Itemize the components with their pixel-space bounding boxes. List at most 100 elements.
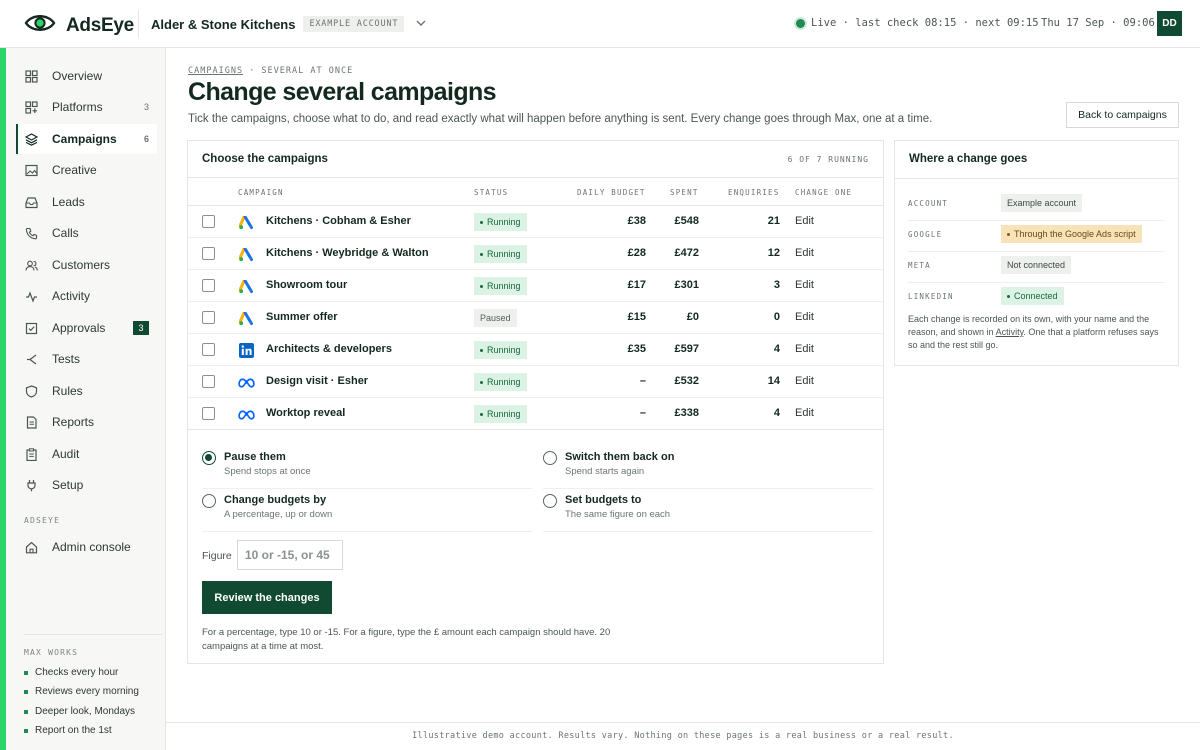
status-badge: Running xyxy=(474,405,527,423)
radio-button[interactable] xyxy=(543,494,557,508)
edit-link[interactable]: Edit xyxy=(795,311,814,323)
option-description: The same figure on each xyxy=(565,509,671,520)
sidebar-section-label: ADSEYE xyxy=(24,516,61,525)
row-checkbox[interactable] xyxy=(202,279,215,292)
sidebar-item-customers[interactable]: Customers xyxy=(16,250,157,280)
action-option-switch-on[interactable]: Switch them back on Spend starts again xyxy=(543,446,873,489)
sidebar-item-campaigns[interactable]: Campaigns 6 xyxy=(16,124,157,154)
meta-icon xyxy=(238,406,255,423)
chevron-down-icon[interactable] xyxy=(416,18,426,30)
edit-link[interactable]: Edit xyxy=(795,279,814,291)
inbox-icon xyxy=(24,195,38,209)
campaign-name[interactable]: Architects & developers xyxy=(266,343,392,355)
radio-button[interactable] xyxy=(202,494,216,508)
sidebar-item-count: 6 xyxy=(143,134,149,144)
routing-key: LINKEDIN xyxy=(908,292,954,301)
account-switcher[interactable]: Alder & Stone Kitchens EXAMPLE ACCOUNT xyxy=(151,16,426,32)
campaign-name[interactable]: Design visit · Esher xyxy=(266,375,368,387)
edit-link[interactable]: Edit xyxy=(795,215,814,227)
radio-button[interactable] xyxy=(543,451,557,465)
sidebar-item-activity[interactable]: Activity xyxy=(16,281,157,311)
header-divider xyxy=(138,10,139,38)
daily-budget-value: £35 xyxy=(627,343,646,355)
activity-link[interactable]: Activity xyxy=(996,327,1024,337)
user-avatar[interactable]: DD xyxy=(1157,11,1182,36)
sidebar-item-setup[interactable]: Setup xyxy=(16,470,157,500)
sidebar-item-audit[interactable]: Audit xyxy=(16,439,157,469)
daily-budget-value: – xyxy=(639,375,646,387)
sidebar-item-platforms[interactable]: Platforms 3 xyxy=(16,92,157,122)
routing-key: ACCOUNT xyxy=(908,199,949,208)
sidebar-item-rules[interactable]: Rules xyxy=(16,376,157,406)
table-header: CAMPAIGN STATUS DAILY BUDGET SPENT ENQUI… xyxy=(188,178,883,206)
action-option-pause[interactable]: Pause them Spend stops at once xyxy=(202,446,532,489)
footer-divider xyxy=(166,722,1200,723)
sidebar-item-label: Audit xyxy=(52,447,80,461)
checkbox-icon xyxy=(24,321,38,335)
row-checkbox[interactable] xyxy=(202,375,215,388)
spent-value: £597 xyxy=(674,343,699,355)
campaign-name[interactable]: Kitchens · Weybridge & Walton xyxy=(266,247,429,259)
daily-budget-value: £15 xyxy=(627,311,646,323)
row-checkbox[interactable] xyxy=(202,311,215,324)
spent-value: £548 xyxy=(674,215,699,227)
sidebar-item-reports[interactable]: Reports xyxy=(16,407,157,437)
action-option-change-budgets[interactable]: Change budgets by A percentage, up or do… xyxy=(202,489,532,532)
row-checkbox[interactable] xyxy=(202,407,215,420)
table-row: Showroom tour Running £17 £301 3 Edit xyxy=(188,270,883,302)
action-option-set-budgets[interactable]: Set budgets to The same figure on each xyxy=(543,489,873,532)
edit-link[interactable]: Edit xyxy=(795,247,814,259)
bullet-icon xyxy=(24,689,28,694)
campaign-name[interactable]: Showroom tour xyxy=(266,279,347,291)
bullet-icon xyxy=(24,728,28,733)
footer-disclaimer: Illustrative demo account. Results vary.… xyxy=(412,731,954,741)
breadcrumb: CAMPAIGNS · SEVERAL AT ONCE xyxy=(188,66,353,76)
figure-input[interactable] xyxy=(237,540,343,570)
edit-link[interactable]: Edit xyxy=(795,407,814,419)
account-name: Alder & Stone Kitchens xyxy=(151,16,296,32)
daily-budget-value: – xyxy=(639,407,646,419)
row-checkbox[interactable] xyxy=(202,215,215,228)
option-description: Spend starts again xyxy=(565,466,645,477)
row-checkbox[interactable] xyxy=(202,247,215,260)
sidebar-item-overview[interactable]: Overview xyxy=(16,61,157,91)
status-dot-icon xyxy=(480,348,483,352)
bullet-icon xyxy=(24,709,28,714)
edit-link[interactable]: Edit xyxy=(795,375,814,387)
sidebar-item-label: Calls xyxy=(52,226,79,240)
option-title: Switch them back on xyxy=(565,451,675,463)
status-dot-icon xyxy=(1007,232,1010,236)
top-bar: AdsEye Alder & Stone Kitchens EXAMPLE AC… xyxy=(0,0,1200,48)
figure-help-text: For a percentage, type 10 or -15. For a … xyxy=(202,627,611,652)
row-checkbox[interactable] xyxy=(202,343,215,356)
campaign-name[interactable]: Worktop reveal xyxy=(266,407,345,419)
option-description: Spend stops at once xyxy=(224,466,311,477)
back-to-campaigns-button[interactable]: Back to campaigns xyxy=(1066,102,1179,128)
campaign-name[interactable]: Summer offer xyxy=(266,311,338,323)
review-changes-button[interactable]: Review the changes xyxy=(202,581,332,614)
breadcrumb-campaigns-link[interactable]: CAMPAIGNS xyxy=(188,66,243,76)
routing-value: Example account xyxy=(1001,194,1083,212)
google-ads-icon xyxy=(238,278,255,295)
sidebar-item-label: Creative xyxy=(52,163,97,177)
sidebar-item-calls[interactable]: Calls xyxy=(16,218,157,248)
sidebar-item-approvals[interactable]: Approvals 3 xyxy=(16,313,157,343)
page-subtitle: Tick the campaigns, choose what to do, a… xyxy=(188,113,933,125)
sidebar-item-admin-console[interactable]: Admin console xyxy=(16,532,157,562)
edit-link[interactable]: Edit xyxy=(795,343,814,355)
sidebar-item-label: Reports xyxy=(52,415,95,429)
option-title: Set budgets to xyxy=(565,494,642,506)
radio-button[interactable] xyxy=(202,451,216,465)
table-row: Design visit · Esher Running – £532 14 E… xyxy=(188,366,883,398)
campaign-name[interactable]: Kitchens · Cobham & Esher xyxy=(266,215,411,227)
sidebar-item-leads[interactable]: Leads xyxy=(16,187,157,217)
brand-name: AdsEye xyxy=(66,14,134,36)
sidebar-item-tests[interactable]: Tests xyxy=(16,344,157,374)
plug-icon xyxy=(24,478,38,492)
column-header-change-one: CHANGE ONE xyxy=(795,188,853,197)
sidebar-item-creative[interactable]: Creative xyxy=(16,155,157,185)
figure-label: Figure xyxy=(202,550,232,562)
max-works-item: Checks every hour xyxy=(24,667,118,678)
brand-logo[interactable]: AdsEye xyxy=(24,12,134,39)
status-badge: Paused xyxy=(474,309,517,327)
